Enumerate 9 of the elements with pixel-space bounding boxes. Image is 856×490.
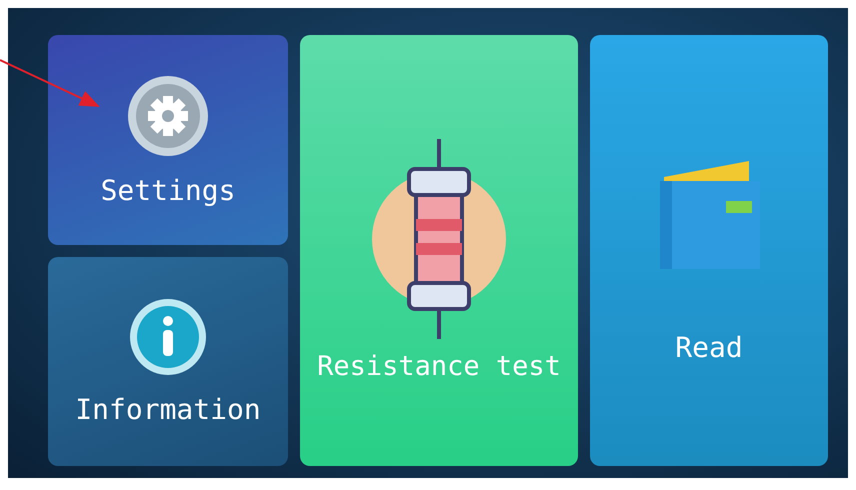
menu-tile[interactable]: Information	[48, 257, 288, 466]
menu-tile[interactable]: Settings	[48, 35, 288, 245]
menu-tile[interactable]: Read	[590, 35, 828, 466]
gear-icon	[126, 74, 210, 158]
tile-label: Information	[75, 393, 261, 426]
tile-label: Read	[675, 331, 743, 364]
info-icon	[128, 297, 208, 377]
tile-label: Resistance test	[317, 351, 561, 382]
tile-label: Settings	[100, 174, 236, 206]
